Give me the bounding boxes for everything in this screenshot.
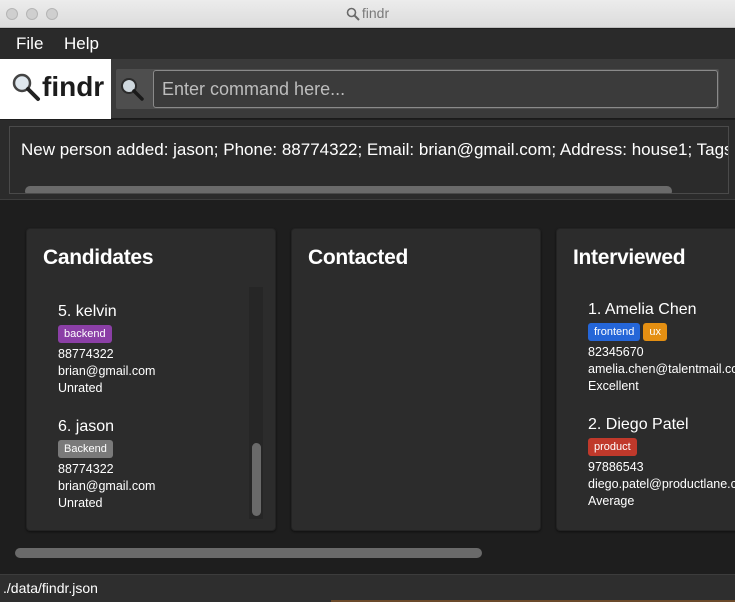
- window-title-text: findr: [361, 5, 390, 21]
- person-card[interactable]: 5. kelvin backend 88774322 brian@gmail.c…: [58, 303, 155, 397]
- person-email: brian@gmail.com: [58, 364, 156, 378]
- pipeline-board: Candidates 5. kelvin backend 88774322 br…: [0, 201, 735, 574]
- menu-bar: File Help: [0, 29, 735, 59]
- result-display-panel: New person added: jason; Phone: 88774322…: [0, 120, 735, 200]
- command-input[interactable]: [153, 70, 718, 108]
- column-title: Contacted: [308, 246, 408, 269]
- magnifier-icon: [346, 7, 360, 21]
- window-titlebar: findr: [0, 0, 735, 28]
- person-rating: Unrated: [58, 381, 103, 395]
- person-rating: Average: [588, 494, 635, 508]
- tag-badge: Backend: [58, 440, 113, 458]
- person-card[interactable]: 2. Diego Patel product 97886543 diego.pa…: [588, 416, 735, 510]
- logo-text: findr: [42, 71, 105, 102]
- result-display: New person added: jason; Phone: 88774322…: [9, 126, 729, 194]
- command-area: findr: [0, 59, 735, 119]
- person-card[interactable]: 1. Amelia Chen frontend ux 82345670 ameli…: [588, 301, 735, 395]
- person-phone: 97886543: [588, 460, 644, 474]
- search-icon: [121, 78, 144, 101]
- person-name: 6. jason: [58, 418, 115, 435]
- save-location: ./data/findr.json: [3, 580, 98, 596]
- window-title: findr: [0, 5, 735, 21]
- person-name: 5. kelvin: [58, 303, 117, 320]
- person-phone: 88774322: [58, 462, 114, 476]
- column-candidates: Candidates 5. kelvin backend 88774322 br…: [26, 228, 276, 531]
- person-rating: Excellent: [588, 379, 639, 393]
- result-horizontal-scrollbar[interactable]: [25, 186, 672, 193]
- tag-badge: ux: [643, 323, 667, 341]
- column-contacted: Contacted: [291, 228, 541, 531]
- board-horizontal-scrollbar[interactable]: [15, 548, 482, 558]
- person-name: 2. Diego Patel: [588, 416, 689, 433]
- app-logo: findr: [0, 59, 111, 119]
- result-message: New person added: jason; Phone: 88774322…: [21, 140, 728, 159]
- person-rating: Unrated: [58, 496, 103, 510]
- person-email: diego.patel@productlane.com: [588, 477, 735, 491]
- person-phone: 82345670: [588, 345, 644, 359]
- status-bar: ./data/findr.json: [0, 574, 735, 602]
- person-email: brian@gmail.com: [58, 479, 156, 493]
- person-phone: 88774322: [58, 347, 114, 361]
- logo-magnifier-icon: [12, 73, 40, 101]
- column-interviewed: Interviewed 1. Amelia Chen frontend ux 82…: [556, 228, 735, 531]
- tag-badge: product: [588, 438, 637, 456]
- person-name: 1. Amelia Chen: [588, 301, 697, 318]
- person-card[interactable]: 6. jason Backend 88774322 brian@gmail.co…: [58, 418, 155, 512]
- menu-file[interactable]: File: [16, 34, 43, 54]
- tag-badge: backend: [58, 325, 112, 343]
- tag-badge: frontend: [588, 323, 641, 341]
- column-title: Interviewed: [573, 246, 686, 269]
- column-title: Candidates: [43, 246, 154, 269]
- menu-help[interactable]: Help: [64, 34, 99, 54]
- candidates-scroll-thumb[interactable]: [252, 443, 261, 516]
- person-email: amelia.chen@talentmail.com: [588, 362, 735, 376]
